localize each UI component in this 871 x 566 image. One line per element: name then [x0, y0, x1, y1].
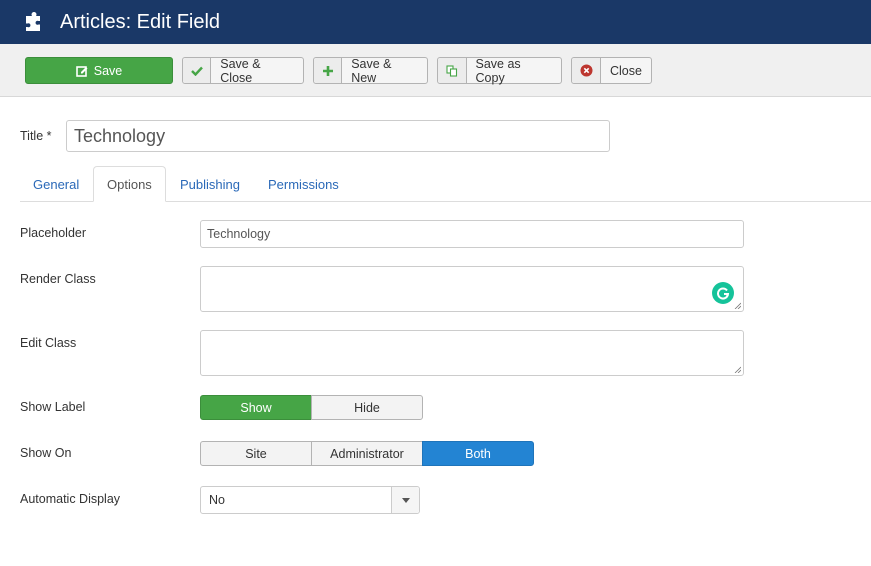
show-on-toggle: Site Administrator Both	[200, 441, 534, 466]
save-button-label: Save	[93, 63, 123, 78]
save-close-label: Save & Close	[220, 56, 261, 85]
grammarly-icon[interactable]	[712, 282, 734, 304]
chevron-down-icon[interactable]	[391, 487, 419, 513]
close-button[interactable]: Close	[571, 57, 652, 84]
automatic-display-label: Automatic Display	[20, 492, 121, 506]
page-header: Articles: Edit Field	[0, 0, 871, 44]
title-label: Title *	[20, 129, 52, 143]
show-label-show-button[interactable]: Show	[200, 395, 312, 420]
tab-options[interactable]: Options	[93, 166, 166, 202]
tab-general[interactable]: General	[20, 166, 92, 202]
close-label: Close	[610, 63, 642, 78]
toolbar: Save Save & Close Save & New Save as Cop…	[0, 44, 871, 97]
show-label-label: Show Label	[20, 400, 86, 414]
edit-class-textarea[interactable]	[200, 330, 744, 376]
resize-handle-icon[interactable]	[734, 366, 741, 373]
resize-handle-icon[interactable]	[734, 302, 741, 309]
show-on-label: Show On	[20, 446, 72, 460]
save-new-button[interactable]: Save & New	[313, 56, 428, 85]
title-row: Title *	[20, 120, 610, 152]
show-label-toggle: Show Hide	[200, 395, 423, 420]
tab-publishing[interactable]: Publishing	[167, 166, 253, 202]
puzzle-icon	[26, 12, 40, 31]
save-new-label: Save & New	[351, 56, 392, 85]
show-label-hide-button[interactable]: Hide	[311, 395, 423, 420]
show-on-both-button[interactable]: Both	[422, 441, 534, 466]
plus-icon	[314, 58, 343, 83]
check-icon	[183, 58, 212, 83]
render-class-textarea[interactable]	[200, 266, 744, 312]
save-close-button[interactable]: Save & Close	[182, 56, 304, 85]
placeholder-value: Technology	[207, 227, 271, 241]
show-on-site-button[interactable]: Site	[200, 441, 312, 466]
save-copy-label: Save as Copy	[475, 56, 521, 85]
show-on-administrator-button[interactable]: Administrator	[311, 441, 423, 466]
placeholder-label: Placeholder	[20, 226, 87, 240]
close-circle-icon	[572, 58, 601, 83]
automatic-display-value: No	[209, 493, 225, 507]
save-button[interactable]: Save	[25, 57, 173, 84]
automatic-display-select[interactable]: No	[200, 486, 420, 514]
title-input[interactable]	[66, 120, 610, 152]
save-copy-button[interactable]: Save as Copy	[437, 56, 562, 85]
placeholder-input[interactable]: Technology	[200, 220, 744, 248]
copy-icon	[438, 58, 467, 83]
edit-class-label: Edit Class	[20, 336, 77, 350]
tab-permissions[interactable]: Permissions	[255, 166, 352, 202]
tab-bar: General Options Publishing Permissions	[20, 166, 871, 202]
page-title: Articles: Edit Field	[60, 10, 221, 33]
render-class-label: Render Class	[20, 272, 96, 286]
edit-icon	[75, 65, 88, 77]
